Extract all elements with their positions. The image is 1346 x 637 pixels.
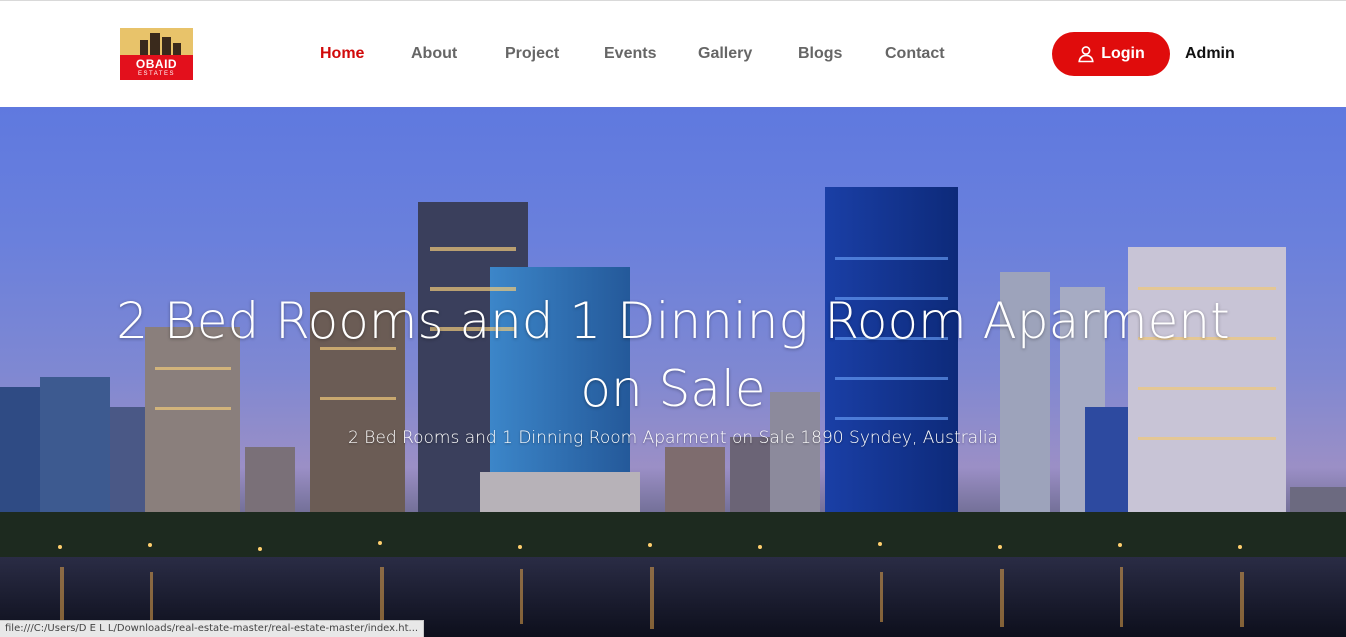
logo-building xyxy=(140,40,148,55)
logo-building xyxy=(173,43,181,55)
nav-item-gallery[interactable]: Gallery xyxy=(698,45,752,63)
brand-logo[interactable]: OBAID ESTATES xyxy=(120,28,193,80)
logo-building xyxy=(150,33,160,55)
nav-item-home[interactable]: Home xyxy=(320,45,364,63)
admin-link[interactable]: Admin xyxy=(1185,45,1235,63)
browser-status-bar: file:///C:/Users/D E L L/Downloads/real-… xyxy=(0,620,425,637)
user-icon xyxy=(1077,45,1095,63)
logo-text-secondary: ESTATES xyxy=(138,71,175,77)
nav-item-about[interactable]: About xyxy=(411,45,457,63)
logo-building xyxy=(162,37,171,55)
nav-item-project[interactable]: Project xyxy=(505,45,559,63)
login-label: Login xyxy=(1101,45,1145,62)
logo-text-primary: OBAID xyxy=(135,57,178,71)
nav-item-contact[interactable]: Contact xyxy=(885,45,945,63)
nav-item-blogs[interactable]: Blogs xyxy=(798,45,842,63)
login-button[interactable]: Login xyxy=(1052,32,1170,76)
hero-title: 2 Bed Rooms and 1 Dinning Room Aparment … xyxy=(116,292,1230,418)
hero-banner: 2 Bed Rooms and 1 Dinning Room Aparment … xyxy=(0,107,1346,637)
logo-plate: OBAID ESTATES xyxy=(120,55,193,80)
nav-item-events[interactable]: Events xyxy=(604,45,656,63)
site-header: OBAID ESTATES Home About Project Events … xyxy=(0,1,1346,107)
hero-subtitle: 2 Bed Rooms and 1 Dinning Room Aparment … xyxy=(348,428,998,448)
